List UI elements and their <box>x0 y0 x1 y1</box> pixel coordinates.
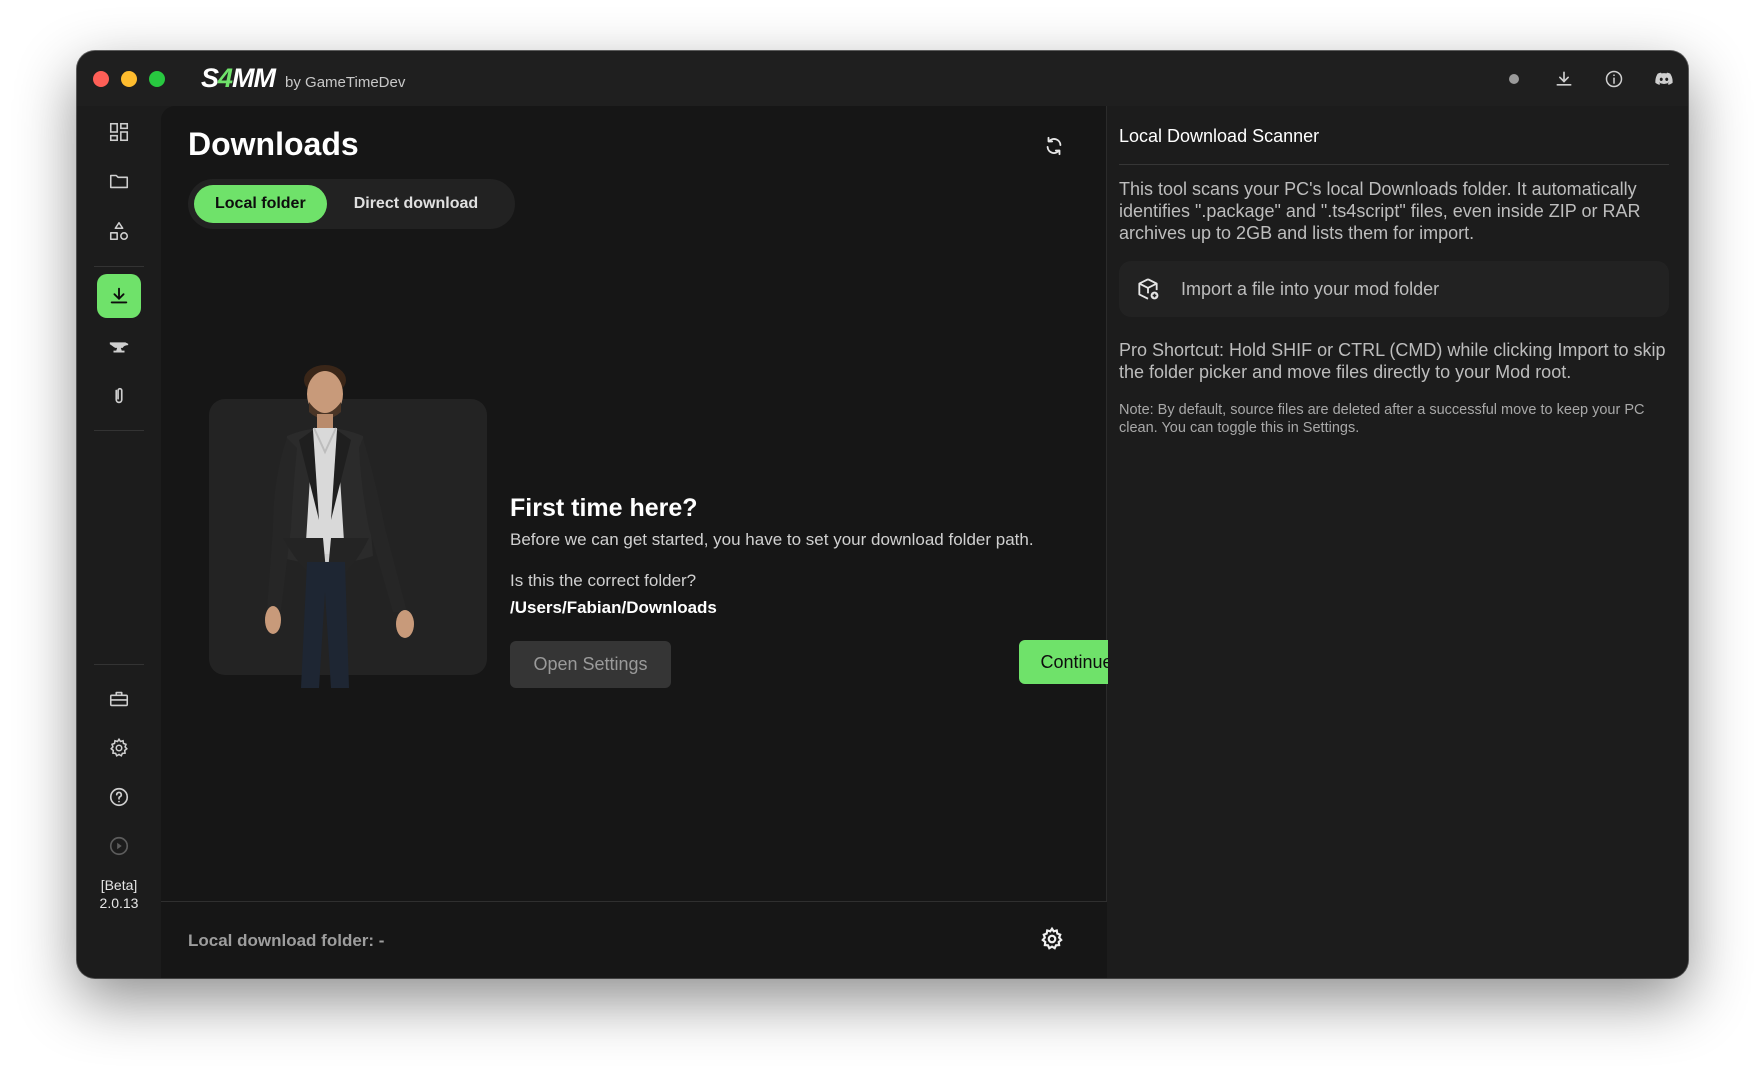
sidebar-item-attachments[interactable] <box>97 374 141 418</box>
sim-character-illustration <box>265 365 414 688</box>
app-window: S4MM by GameTimeDev [Beta] 2.0.13 Downlo… <box>77 51 1688 978</box>
brand: S4MM by GameTimeDev <box>201 63 405 94</box>
minimize-window-button[interactable] <box>121 70 137 87</box>
sidebar: [Beta] 2.0.13 <box>77 106 161 978</box>
gear-icon <box>110 737 128 757</box>
sidebar-item-help[interactable] <box>97 775 141 819</box>
paperclip-icon <box>115 387 123 404</box>
refresh-icon <box>1046 136 1062 156</box>
scanner-description: This tool scans your PC's local Download… <box>1119 179 1641 243</box>
open-settings-button[interactable]: Open Settings <box>510 641 671 688</box>
version-number: 2.0.13 <box>99 895 139 911</box>
discord-icon[interactable] <box>1654 69 1674 89</box>
download-icon[interactable] <box>1554 69 1574 89</box>
page-title: Downloads <box>188 126 359 162</box>
version-label: [Beta] <box>100 877 138 893</box>
help-icon <box>109 787 129 807</box>
tab-direct-download[interactable]: Direct download <box>333 185 499 223</box>
onboarding-title: First time here? <box>510 494 698 522</box>
delete-source-note: Note: By default, source files are delet… <box>1119 402 1645 436</box>
app-byline: by GameTimeDev <box>285 74 406 91</box>
download-folder-path: /Users/Fabian/Downloads <box>510 598 717 617</box>
download-icon <box>110 287 128 304</box>
download-source-tabs: Local folder Direct download <box>188 179 515 229</box>
refresh-button[interactable] <box>1043 135 1065 157</box>
anvil-icon <box>109 342 129 353</box>
downloads-panel: Downloads Local folder Direct download F… <box>161 106 1134 978</box>
gear-icon <box>1041 926 1063 950</box>
import-file-button[interactable]: Import a file into your mod folder <box>1119 261 1669 317</box>
info-icon[interactable] <box>1604 69 1624 89</box>
play-icon <box>109 836 129 856</box>
sidebar-divider <box>94 266 144 267</box>
zoom-window-button[interactable] <box>149 70 165 87</box>
scanner-divider <box>1119 164 1669 165</box>
grid-icon <box>109 122 129 142</box>
sidebar-item-mods-folder[interactable] <box>97 159 141 203</box>
sidebar-item-tools[interactable] <box>97 677 141 721</box>
tab-local-folder[interactable]: Local folder <box>194 185 327 223</box>
pro-shortcut-tip: Pro Shortcut: Hold SHIF or CTRL (CMD) wh… <box>1119 340 1666 382</box>
sidebar-item-dashboard[interactable] <box>97 110 141 154</box>
scanner-title: Local Download Scanner <box>1119 126 1320 146</box>
onboarding-description: Before we can get started, you have to s… <box>510 530 1034 549</box>
folder-settings-button[interactable] <box>1039 926 1065 952</box>
folder-question: Is this the correct folder? <box>510 571 697 590</box>
local-folder-status: Local download folder: - <box>188 931 385 950</box>
toolbox-icon <box>109 691 129 707</box>
sidebar-divider <box>94 430 144 431</box>
sidebar-item-downloads[interactable] <box>97 274 141 318</box>
sidebar-item-settings[interactable] <box>97 726 141 770</box>
status-footer: Local download folder: - <box>161 901 1107 978</box>
sidebar-item-play[interactable] <box>97 824 141 868</box>
status-dot-icon <box>1504 69 1524 89</box>
close-window-button[interactable] <box>93 70 109 87</box>
shapes-icon <box>109 221 129 241</box>
folder-icon <box>109 174 129 189</box>
import-package-icon <box>1138 278 1159 300</box>
sidebar-divider <box>94 664 144 665</box>
sidebar-item-categories[interactable] <box>97 209 141 253</box>
titlebar-actions <box>1504 51 1674 106</box>
app-logo: S4MM <box>201 63 276 93</box>
title-bar: S4MM by GameTimeDev <box>77 51 1688 106</box>
scanner-info-panel: Local Download Scanner This tool scans y… <box>1108 106 1688 978</box>
window-controls <box>93 70 165 87</box>
import-file-label: Import a file into your mod folder <box>1181 278 1440 299</box>
sidebar-item-anvil[interactable] <box>97 325 141 369</box>
app-version: [Beta] 2.0.13 <box>77 876 161 912</box>
